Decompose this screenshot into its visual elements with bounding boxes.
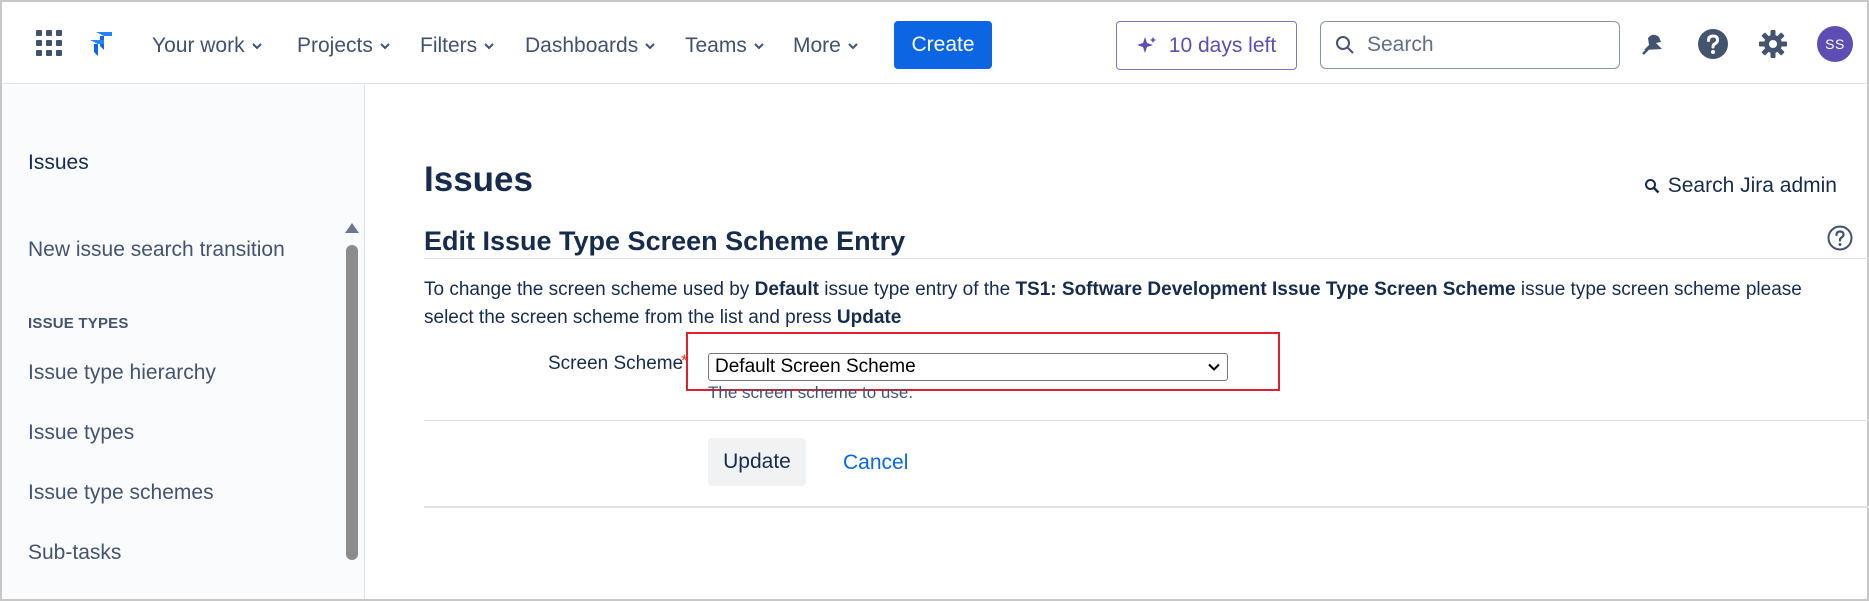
nav-projects-label: Projects [297,34,373,57]
nav-projects[interactable]: Projects [297,26,391,66]
screen-scheme-select-value: Default Screen Scheme [715,356,916,377]
sidebar-item-new-issue-search-transition[interactable]: New issue search transition [28,238,285,262]
search-box[interactable] [1320,21,1620,69]
settings-icon[interactable] [1755,26,1791,62]
sidebar-heading-issue-types: ISSUE TYPES [28,315,129,332]
search-icon [1336,36,1354,54]
sidebar: Issues New issue search transition ISSUE… [2,85,365,599]
avatar-initials: SS [1825,36,1845,52]
chevron-down-icon [754,43,764,50]
nav-filters-label: Filters [420,34,478,57]
chevron-down-icon [484,43,494,50]
sidebar-scrollbar[interactable] [346,245,358,560]
desc-text: issue type entry of the [819,279,1016,300]
app-switcher-icon[interactable] [36,30,62,56]
help-icon[interactable] [1827,225,1853,251]
chevron-down-icon [645,43,655,50]
page-title: Issues [424,160,533,199]
screen-scheme-label: Screen Scheme [548,353,684,374]
chevron-down-icon [848,43,858,50]
search-icon [1644,179,1660,194]
cancel-link[interactable]: Cancel [843,451,908,475]
nav-dashboards-label: Dashboards [525,34,639,57]
chevron-down-icon [1208,363,1220,371]
sidebar-item-issue-type-schemes[interactable]: Issue type schemes [28,481,214,505]
nav-your-work[interactable]: Your work [152,26,263,66]
nav-your-work-label: Your work [152,34,245,57]
create-button-label: Create [911,33,975,56]
search-jira-admin-label: Search Jira admin [1667,174,1837,197]
sparkle-icon [1136,36,1156,53]
sidebar-title: Issues [28,151,89,174]
main-content: Issues Search Jira admin Edit Issue Type… [366,85,1869,599]
chevron-down-icon [380,43,390,50]
sidebar-item-issue-types[interactable]: Issue types [28,421,134,445]
search-jira-admin-link[interactable]: Search Jira admin [1644,174,1837,198]
description-text: To change the screen scheme used by Defa… [424,276,1844,332]
nav-teams-label: Teams [685,34,747,57]
trial-button[interactable]: 10 days left [1116,21,1297,70]
jira-logo[interactable] [86,28,118,60]
sidebar-item-issue-type-hierarchy[interactable]: Issue type hierarchy [28,361,216,385]
desc-issue-type: Default [754,279,819,300]
chevron-down-icon [251,43,262,50]
section-divider [424,258,1869,259]
desc-update-word: Update [836,307,902,328]
required-marker: * [681,351,688,370]
form-divider [424,420,1869,421]
search-input[interactable] [1367,33,1597,57]
nav-more-label: More [793,34,841,57]
update-button-label: Update [723,450,791,473]
update-button[interactable]: Update [708,438,806,486]
screen-scheme-select[interactable]: Default Screen Scheme [708,353,1228,381]
screen-scheme-hint: The screen scheme to use. [708,383,914,402]
desc-scheme-name: TS1: Software Development Issue Type Scr… [1015,279,1516,300]
create-button[interactable]: Create [894,21,992,69]
top-navigation: Your work Projects Filters Dashboards Te… [2,2,1867,84]
nav-filters[interactable]: Filters [420,26,495,66]
scroll-up-arrow[interactable] [345,223,359,233]
section-title: Edit Issue Type Screen Scheme Entry [424,226,906,256]
nav-more[interactable]: More [793,26,859,66]
avatar[interactable]: SS [1817,26,1853,62]
nav-dashboards[interactable]: Dashboards [525,26,656,66]
desc-text: To change the screen scheme used by [424,279,755,300]
form-bottom-divider [424,506,1869,508]
sidebar-item-sub-tasks[interactable]: Sub-tasks [28,541,121,565]
nav-teams[interactable]: Teams [685,26,765,66]
help-icon[interactable] [1695,26,1731,62]
notifications-icon[interactable] [1635,26,1671,62]
trial-label: 10 days left [1168,33,1277,57]
